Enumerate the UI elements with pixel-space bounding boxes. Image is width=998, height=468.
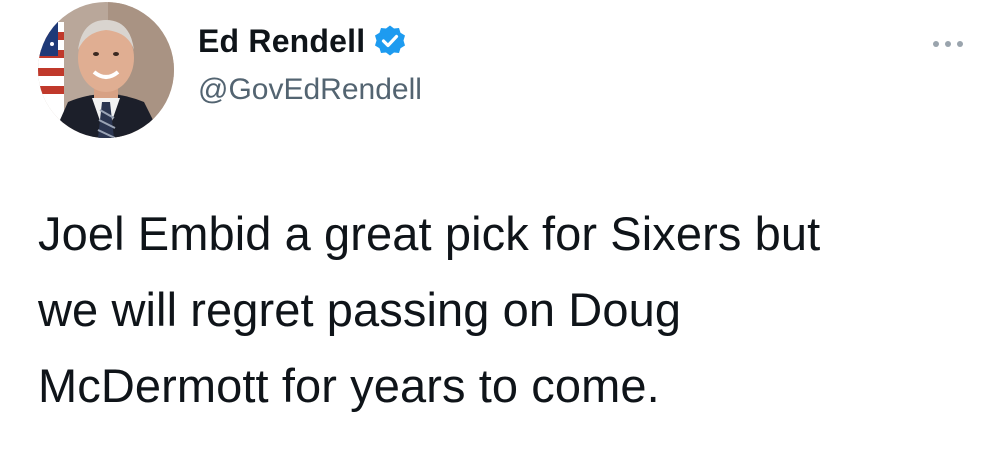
tweet-text: Joel Embid a great pick for Sixers but w… xyxy=(38,196,968,424)
tweet-text-line: Joel Embid a great pick for Sixers but xyxy=(38,207,821,260)
author-display-name[interactable]: Ed Rendell xyxy=(198,18,365,64)
tweet-card: Ed Rendell @GovEdRendell Joel Embid a gr… xyxy=(0,0,998,468)
verified-badge-icon xyxy=(373,24,407,58)
tweet-text-line: McDermott for years to come. xyxy=(38,359,660,412)
tweet-text-line: we will regret passing on Doug xyxy=(38,283,682,336)
more-options-button[interactable] xyxy=(928,32,968,56)
name-row: Ed Rendell xyxy=(198,18,422,64)
avatar-photo-icon xyxy=(38,2,174,138)
author-handle[interactable]: @GovEdRendell xyxy=(198,70,422,110)
ellipsis-icon xyxy=(933,41,963,47)
author-avatar[interactable] xyxy=(38,2,174,138)
author-identity: Ed Rendell @GovEdRendell xyxy=(198,18,422,110)
